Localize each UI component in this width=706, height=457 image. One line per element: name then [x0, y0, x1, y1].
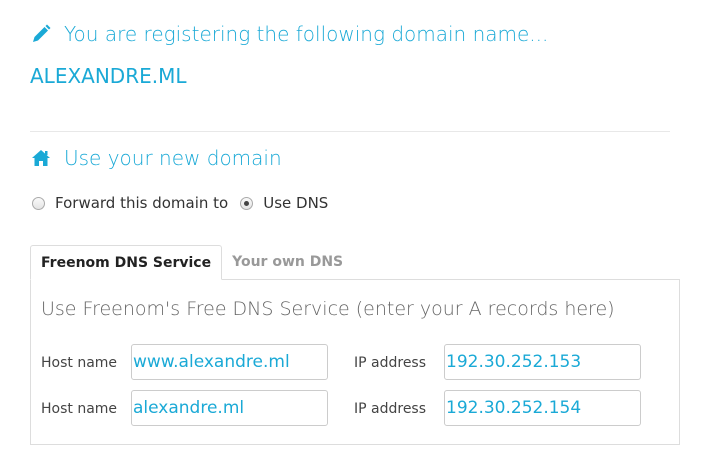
- ip-label-2: IP address: [354, 401, 427, 417]
- use-domain-title: Use your new domain: [64, 146, 282, 170]
- use-dns-radio[interactable]: [240, 196, 254, 210]
- ip-label-1: IP address: [354, 355, 427, 371]
- ip-input-2[interactable]: 192.30.252.154: [444, 390, 641, 426]
- host-input-2[interactable]: alexandre.ml: [131, 390, 328, 426]
- domain-use-radio-group: Forward this domain to Use DNS: [32, 194, 340, 212]
- forward-radio[interactable]: [32, 196, 45, 210]
- host-input-1[interactable]: www.alexandre.ml: [131, 344, 328, 380]
- dns-panel: Use Freenom's Free DNS Service (enter yo…: [30, 279, 680, 445]
- pencil-icon: [30, 23, 52, 45]
- use-domain-heading: Use your new domain: [30, 146, 282, 170]
- host-label-1: Host name: [41, 355, 118, 371]
- home-icon: [30, 147, 52, 169]
- tab-freenom-dns[interactable]: Freenom DNS Service: [30, 245, 223, 280]
- registering-heading: You are registering the following domain…: [30, 22, 548, 46]
- ip-input-1[interactable]: 192.30.252.153: [444, 344, 641, 380]
- use-dns-label[interactable]: Use DNS: [263, 194, 328, 212]
- panel-title: Use Freenom's Free DNS Service (enter yo…: [41, 298, 615, 320]
- host-label-2: Host name: [41, 401, 118, 417]
- section-divider: [30, 131, 670, 132]
- domain-name: ALEXANDRE.ML: [30, 64, 187, 88]
- forward-label[interactable]: Forward this domain to: [55, 194, 228, 212]
- dns-tabs: Freenom DNS Service Your own DNS: [30, 245, 353, 280]
- registering-title: You are registering the following domain…: [64, 22, 549, 46]
- tab-own-dns[interactable]: Your own DNS: [222, 245, 353, 279]
